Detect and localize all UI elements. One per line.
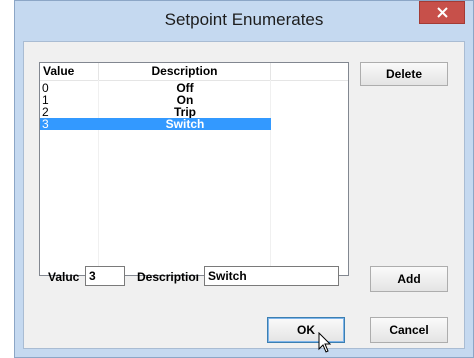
description-input[interactable]: Switch	[204, 266, 339, 286]
cancel-button[interactable]: Cancel	[370, 317, 448, 343]
enumerates-list[interactable]: Value Description 0 Off 1 On 2 Trip 3 Sw…	[39, 62, 349, 276]
value-input[interactable]: 3	[85, 266, 125, 286]
close-button[interactable]	[419, 1, 465, 24]
dialog-window: Setpoint Enumerates Value Description 0 …	[14, 0, 474, 358]
description-label: Descriptioı	[137, 270, 200, 284]
window-title: Setpoint Enumerates	[164, 10, 324, 29]
row-description: Switch	[165, 117, 205, 131]
row-value: 3	[42, 117, 49, 131]
title-bar[interactable]: Setpoint Enumerates	[15, 1, 473, 41]
close-icon	[436, 7, 448, 18]
mouse-pointer-icon	[318, 332, 332, 353]
list-header: Value Description	[40, 63, 348, 81]
list-row-selected[interactable]: 3 Switch	[40, 118, 348, 130]
column-header-description[interactable]: Description	[99, 63, 271, 80]
ok-button[interactable]: OK	[267, 317, 345, 343]
dialog-client-area: Value Description 0 Off 1 On 2 Trip 3 Sw…	[23, 41, 465, 349]
column-header-value[interactable]: Value	[40, 63, 99, 80]
delete-button[interactable]: Delete	[360, 62, 448, 86]
column-header-empty[interactable]	[271, 63, 348, 80]
list-row[interactable]: 0 Off	[40, 82, 348, 94]
value-label: Valuϲ	[48, 270, 80, 284]
add-button[interactable]: Add	[370, 266, 448, 292]
